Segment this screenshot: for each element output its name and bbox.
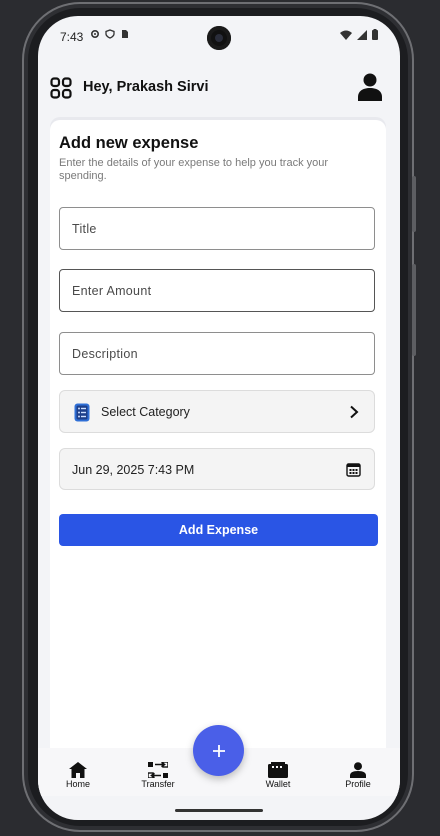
status-bar: 7:43 [38,16,400,56]
account-avatar-icon[interactable] [358,73,382,101]
wallet-icon [268,762,288,778]
plus-icon [212,744,225,757]
category-list-icon [74,403,90,422]
power-button [412,176,416,232]
form-subtitle: Enter the details of your expense to hel… [59,157,329,182]
volume-button [412,264,416,356]
gesture-bar[interactable] [175,809,263,812]
nav-label-wallet: Wallet [265,779,291,789]
signal-icon [357,29,367,40]
add-fab-button[interactable] [193,725,244,776]
nav-item-transfer[interactable]: Transfer [133,762,183,789]
nav-item-profile[interactable]: Profile [333,762,383,789]
form-heading: Add new expense [59,134,199,152]
nav-item-home[interactable]: Home [53,762,103,789]
category-label: Select Category [101,405,190,419]
profile-icon [350,762,366,778]
description-field[interactable] [59,332,375,375]
nav-label-transfer: Transfer [141,779,175,789]
nav-label-profile: Profile [345,779,371,789]
nav-item-wallet[interactable]: Wallet [253,762,303,789]
screen: 7:43 Hey, Prakash Sirvi Add new expense … [38,16,400,820]
description-input[interactable] [60,333,374,374]
greeting-text: Hey, Prakash Sirvi [83,79,209,95]
transfer-icon [148,762,168,778]
title-input[interactable] [60,208,374,249]
amount-field[interactable] [59,269,375,312]
date-time-picker[interactable]: Jun 29, 2025 7:43 PM [59,448,375,490]
menu-grid-icon[interactable] [50,77,72,99]
wifi-icon [340,30,352,40]
chevron-right-icon [350,405,359,419]
nav-label-home: Home [65,779,90,789]
sim-status-icon [122,30,128,38]
category-select[interactable]: Select Category [59,390,375,433]
amount-input[interactable] [60,270,374,311]
shield-status-icon [105,29,115,39]
battery-icon [372,29,378,40]
home-icon [69,762,87,778]
status-time: 7:43 [60,30,84,44]
add-expense-button[interactable]: Add Expense [59,514,378,546]
app-bar: Hey, Prakash Sirvi [38,60,400,116]
add-expense-card: Add new expense Enter the details of you… [50,120,386,760]
date-time-value: Jun 29, 2025 7:43 PM [72,463,195,477]
settings-status-icon [90,29,100,39]
front-camera [207,26,231,50]
calendar-icon [346,463,361,477]
title-field[interactable] [59,207,375,250]
